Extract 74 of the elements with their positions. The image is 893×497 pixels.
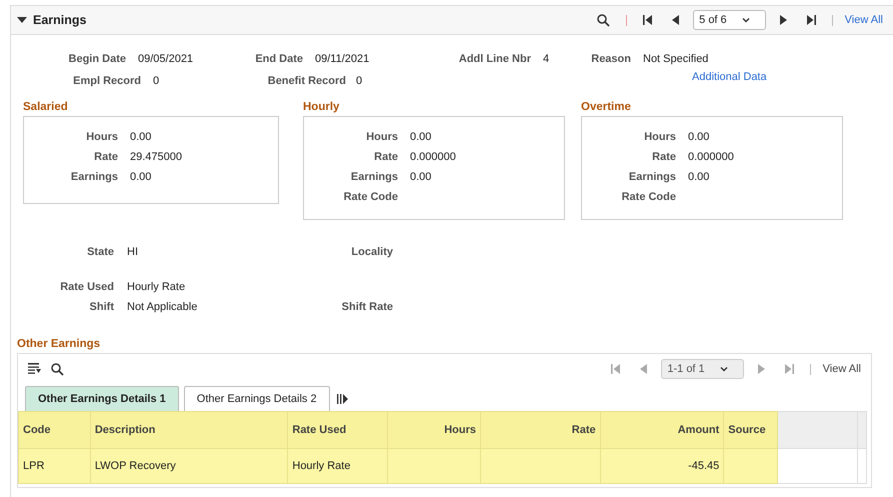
group-title: Salaried [23,101,69,115]
group-title: Hourly [303,101,340,115]
field-value: 0.00 [409,171,432,185]
field-label: Earnings [628,171,676,185]
field-label: Hours [85,131,118,145]
field-value: 4 [542,53,550,65]
field-value: 0.00 [409,131,432,145]
column-header: Code [18,412,90,448]
field-label: Earnings [350,171,398,185]
section-title: Earnings [33,13,86,27]
view-all-link[interactable]: View All [844,14,883,26]
column-header: Hours [388,412,480,448]
field-value: 0.000000 [687,151,735,165]
field-label: Shift Rate [340,301,393,315]
field-value: HI [126,246,139,260]
field-value: 09/11/2021 [314,53,370,65]
field-label: Addl Line Nbr [458,53,531,65]
column-header: Amount [600,412,724,448]
column-header: Rate Used [288,412,388,448]
first-page-icon[interactable] [643,15,652,25]
field-label: Benefit Record [266,75,346,87]
group-title: Other Earnings [17,338,102,352]
column-header: Description [90,412,288,448]
field-label: State [86,246,114,260]
tab[interactable]: Other Earnings Details 2 [184,386,330,411]
field-value: 0.00 [129,131,152,145]
field-label: Rate [93,151,118,165]
tab[interactable]: Other Earnings Details 1 [25,386,179,411]
search-icon[interactable] [51,362,64,376]
column-header: Rate [480,412,600,448]
field-label: End Date [254,53,303,65]
field-value: Not Specified [642,53,710,65]
field-value: 0.000000 [409,151,457,165]
show-all-columns-icon[interactable] [336,394,349,404]
field-label: Shift [88,301,114,315]
field-label: Hours [643,131,676,145]
caret-down-icon [742,18,750,22]
previous-page-icon[interactable] [672,15,680,25]
last-page-icon[interactable] [806,15,816,25]
field-label: Begin Date [68,53,126,65]
field-value: 0 [355,75,364,87]
page-select[interactable]: 1-1 of 1 [661,359,744,379]
field-value: 0.00 [687,131,710,145]
field-label: Rate Code [342,191,398,205]
field-label: Rate [651,151,676,165]
field-label: Empl Record [72,75,141,87]
field-label: Reason [590,53,631,65]
field-value: 29.475000 [129,151,183,165]
field-label: Earnings [70,171,118,185]
field-value: Not Applicable [126,301,198,315]
field-value: 09/05/2021 [137,53,194,65]
view-all-link[interactable]: View All [822,363,861,375]
field-label: Rate [373,151,398,165]
field-label: Rate Used [59,281,114,295]
additional-data-link[interactable]: Additional Data [692,71,893,83]
table-cell: LWOP Recovery [90,448,288,484]
field-label: Locality [350,246,393,260]
field-label: Rate Code [620,191,676,205]
column-header: Source [724,412,778,448]
field-value: 0.00 [129,171,152,185]
field-label: Hours [365,131,398,145]
group-title: Overtime [581,101,632,115]
grid-personalize-icon[interactable] [28,363,41,375]
search-icon[interactable] [597,14,610,26]
table-cell: -45.45 [600,448,724,484]
next-page-icon[interactable] [780,15,787,25]
table-cell: Hourly Rate [288,448,388,484]
caret-down-icon [720,366,728,372]
field-value: 0.00 [687,171,710,185]
table-cell: LPR [18,448,90,484]
page-select[interactable]: 5 of 6 [693,10,766,30]
collapse-triangle-icon[interactable] [17,15,27,25]
field-value: 0 [152,75,160,87]
field-value: Hourly Rate [126,281,186,295]
